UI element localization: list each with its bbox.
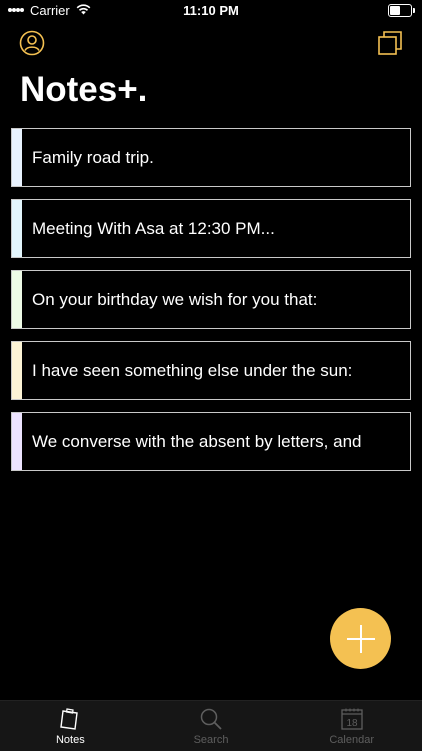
tab-bar: Notes Search 18 Calendar <box>0 700 422 751</box>
tab-notes[interactable]: Notes <box>0 701 141 751</box>
note-title: We converse with the absent by letters, … <box>32 431 362 451</box>
tab-search[interactable]: Search <box>141 701 282 751</box>
note-item[interactable]: On your birthday we wish for you that: <box>11 270 411 329</box>
calendar-day: 18 <box>346 718 358 729</box>
battery-icon <box>388 4 415 17</box>
note-title: I have seen something else under the sun… <box>32 360 353 380</box>
battery-level <box>390 6 400 15</box>
note-title: Family road trip. <box>32 147 154 167</box>
notes-icon <box>60 708 79 730</box>
page-title: Notes+. <box>20 70 148 109</box>
note-color-stripe <box>12 200 22 257</box>
tab-calendar-label: Calendar <box>329 734 374 746</box>
copy-icon <box>378 31 402 55</box>
status-bar: Carrier 11:10 PM <box>0 0 422 22</box>
profile-icon <box>19 30 45 56</box>
plus-icon <box>346 624 375 653</box>
note-title: Meeting With Asa at 12:30 PM... <box>32 218 275 238</box>
note-color-stripe <box>12 342 22 399</box>
note-item[interactable]: I have seen something else under the sun… <box>11 341 411 400</box>
tab-calendar[interactable]: 18 Calendar <box>281 701 422 751</box>
note-color-stripe <box>12 129 22 186</box>
note-item[interactable]: Family road trip. <box>11 128 411 187</box>
add-note-button[interactable] <box>330 608 391 669</box>
search-icon <box>200 708 222 730</box>
copy-button[interactable] <box>377 30 403 56</box>
notes-list: Family road trip. Meeting With Asa at 12:… <box>11 128 411 483</box>
status-time: 11:10 PM <box>183 3 239 18</box>
note-item[interactable]: Meeting With Asa at 12:30 PM... <box>11 199 411 258</box>
note-color-stripe <box>12 271 22 328</box>
note-item[interactable]: We converse with the absent by letters, … <box>11 412 411 471</box>
calendar-icon: 18 <box>341 708 363 730</box>
note-title: On your birthday we wish for you that: <box>32 289 318 309</box>
profile-button[interactable] <box>19 30 45 56</box>
tab-notes-label: Notes <box>55 734 85 746</box>
tab-search-label: Search <box>193 734 229 746</box>
note-color-stripe <box>12 413 22 470</box>
